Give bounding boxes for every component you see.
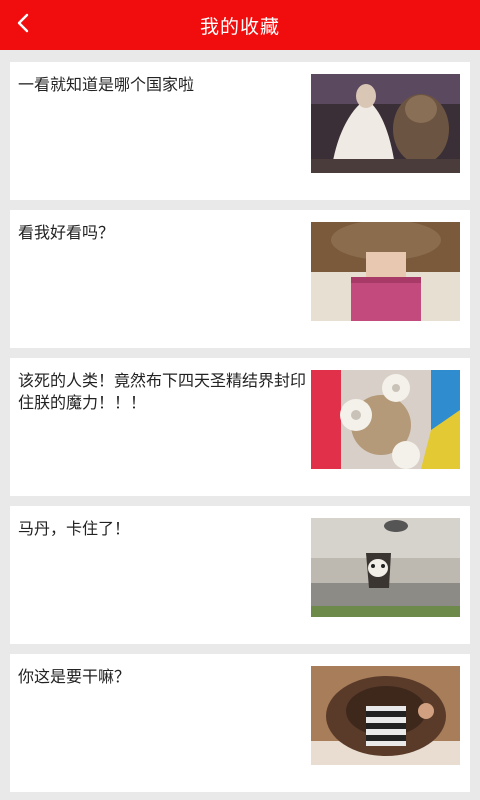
favorite-item[interactable]: 看我好看吗？	[10, 210, 470, 348]
page-title: 我的收藏	[199, 15, 280, 38]
favorite-item-text: 你这是要干嘛？	[18, 667, 131, 686]
favorite-item-text: 看我好看吗？	[18, 223, 115, 242]
favorite-item[interactable]: 你这是要干嘛？	[10, 654, 470, 792]
favorite-item-thumbnail[interactable]	[311, 666, 460, 765]
chevron-left-icon	[16, 12, 30, 38]
favorite-item-text: 马丹，卡住了！	[18, 519, 131, 538]
favorite-item-text: 该死的人类！竟然布下四天圣精结界封印住朕的魔力！！！	[18, 371, 307, 412]
favorite-item-thumbnail[interactable]	[311, 370, 460, 469]
app-header: 我的收藏	[0, 0, 480, 50]
favorite-item[interactable]: 马丹，卡住了！	[10, 506, 470, 644]
favorite-item-thumbnail[interactable]	[311, 222, 460, 321]
favorite-item-thumbnail[interactable]	[311, 74, 460, 173]
favorite-item[interactable]: 该死的人类！竟然布下四天圣精结界封印住朕的魔力！！！	[10, 358, 470, 496]
favorite-item-thumbnail[interactable]	[311, 518, 460, 617]
favorite-item[interactable]: 一看就知道是哪个国家啦	[10, 62, 470, 200]
favorite-item-text: 一看就知道是哪个国家啦	[18, 75, 195, 94]
back-button[interactable]	[6, 0, 40, 50]
favorites-list: 一看就知道是哪个国家啦 看我好看吗？ 该死的人类！竟然布下四天圣精结界封印住朕的…	[0, 50, 480, 792]
